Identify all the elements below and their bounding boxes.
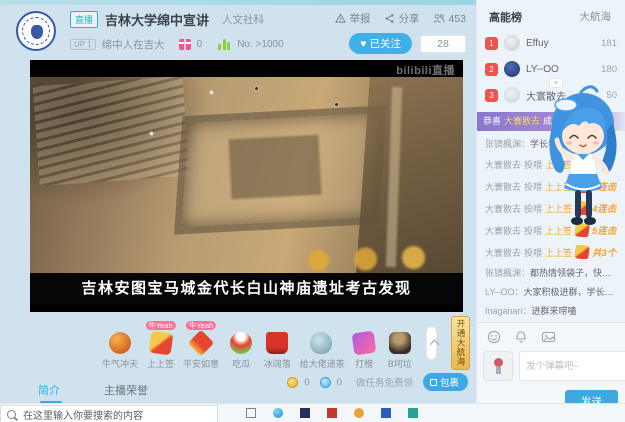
gift-cola-icon xyxy=(266,332,288,354)
live-room-page: 直播 吉林大学绵中宣讲 人文社科 UP 1 绵中人在吉大 0 No. >1000… xyxy=(0,0,625,422)
room-header: 直播 吉林大学绵中宣讲 人文社科 UP 1 绵中人在吉大 0 No. >1000… xyxy=(12,7,468,57)
task-view-icon[interactable] xyxy=(246,408,256,418)
fan-medal-selector[interactable] xyxy=(483,351,513,381)
rank-3-badge: 3 xyxy=(485,89,498,102)
app-icon[interactable] xyxy=(354,408,364,418)
package-button[interactable]: 包裹 xyxy=(423,373,468,391)
app-icon[interactable] xyxy=(408,408,418,418)
report-button[interactable]: 举报 xyxy=(335,11,370,26)
gift-item[interactable]: 冰阔落 xyxy=(264,322,291,370)
gift-tea-icon xyxy=(310,332,332,354)
live-badge: 直播 xyxy=(70,11,98,28)
gift-message: 大寰散去投喂上上签共3个 xyxy=(485,245,620,259)
gift-item[interactable]: 牛气冲天 xyxy=(102,322,138,370)
gift-bar: 牛气冲天 牛Yeah上上签 牛Yeah平安如意 吃瓜 冰阔落 给大佬递茶 打榜 … xyxy=(30,316,470,391)
share-icon xyxy=(384,13,395,24)
tab-fleet[interactable]: 大航海 xyxy=(580,9,612,25)
viewer-count: 453 xyxy=(433,13,466,25)
gift-item[interactable]: B坷垃 xyxy=(386,322,413,370)
gift-pingan-icon xyxy=(188,330,214,356)
package-icon xyxy=(430,379,437,386)
rank-row[interactable]: 1 Effuy 181 xyxy=(477,30,625,56)
gift-item[interactable]: 打榜 xyxy=(351,322,378,370)
heart-icon: ♥ xyxy=(360,38,366,50)
rank-chart-icon xyxy=(218,39,231,50)
rank-2-badge: 2 xyxy=(485,63,498,76)
gift-bkela-icon xyxy=(389,332,411,354)
gift-daban-icon xyxy=(352,331,377,356)
silver-seed-count: 0 xyxy=(337,377,342,388)
bell-icon[interactable] xyxy=(514,330,528,344)
streamer-avatar[interactable] xyxy=(16,11,56,51)
up-badge: UP 1 xyxy=(70,39,96,50)
chat-message: 张镜楓渊：都热情领袋子，快进群 xyxy=(485,267,620,280)
gold-seed-count: 0 xyxy=(304,377,309,388)
streamer-name[interactable]: 绵中人在吉大 xyxy=(102,37,165,52)
live-room-mascot[interactable] xyxy=(539,84,625,242)
gift-item[interactable]: 牛Yeah上上签 xyxy=(147,322,174,370)
avatar xyxy=(504,35,520,51)
share-button[interactable]: 分享 xyxy=(384,11,419,26)
gift-sign-icon xyxy=(148,331,173,356)
app-icon[interactable] xyxy=(300,408,310,418)
area-tag[interactable]: 人文社科 xyxy=(222,12,264,27)
niu-yeah-badge: 牛Yeah xyxy=(145,321,175,330)
chevron-up-icon[interactable] xyxy=(426,326,437,360)
avatar xyxy=(504,61,520,77)
danmaku-input-wrap: 0/20 xyxy=(519,351,625,381)
avatar xyxy=(504,87,520,103)
video-player[interactable]: bilibili直播 吉林安图宝马城金代长白山神庙遗址考古发现 xyxy=(30,60,463,312)
edge-browser-icon[interactable] xyxy=(273,408,283,418)
niu-yeah-badge: 牛Yeah xyxy=(186,321,216,330)
room-info-tabs: 简介 主播荣誉 xyxy=(38,382,148,403)
tab-intro[interactable]: 简介 xyxy=(38,382,60,403)
gift-item[interactable]: 给大佬递茶 xyxy=(300,322,342,370)
app-icon[interactable] xyxy=(381,408,391,418)
gift-item[interactable]: 牛Yeah平安如意 xyxy=(183,322,219,370)
task-link[interactable]: 做任务免费领 xyxy=(356,375,413,389)
chat-message: LY--OO：大家积极进群，学长学姐都等不及了 xyxy=(485,286,620,299)
viewers-icon xyxy=(433,13,445,24)
video-frame-excavation-site xyxy=(30,77,463,273)
gift-melon-icon xyxy=(230,332,252,354)
tab-high-energy-rank[interactable]: 高能榜 xyxy=(489,9,522,25)
gift-item[interactable]: 吃瓜 xyxy=(228,322,255,370)
video-subtitle: 吉林安图宝马城金代长白山神庙遗址考古发现 xyxy=(30,273,463,305)
open-fleet-banner[interactable]: 开通大航海 xyxy=(451,316,470,370)
emoji-icon[interactable] xyxy=(487,330,501,344)
taskbar-search-input[interactable]: 在这里输入你要搜索的内容 xyxy=(0,405,218,422)
gift-count: 0 xyxy=(197,39,203,50)
danmaku-input[interactable] xyxy=(520,361,625,372)
silver-seed-icon xyxy=(320,377,331,388)
fans-count: 28 xyxy=(420,35,466,53)
rank-1-badge: 1 xyxy=(485,37,498,50)
gold-seed-icon xyxy=(287,377,298,388)
chat-message: Inaganari：进群来唠嗑 xyxy=(485,305,620,318)
room-title: 吉林大学绵中宣讲 xyxy=(105,10,209,29)
video-gold-logo xyxy=(303,245,433,273)
room-rank[interactable]: No. >1000 xyxy=(237,39,283,50)
gift-sign-icon xyxy=(574,245,590,259)
app-icon[interactable] xyxy=(327,408,337,418)
image-icon[interactable] xyxy=(541,330,556,344)
warning-icon xyxy=(335,13,346,24)
followed-button[interactable]: ♥已关注 xyxy=(349,33,412,54)
windows-taskbar: 在这里输入你要搜索的内容 xyxy=(0,403,625,422)
tab-anchor-honor[interactable]: 主播荣誉 xyxy=(104,382,148,403)
gift-count-icon xyxy=(179,39,191,50)
gift-bull-icon xyxy=(109,332,131,354)
bilibili-live-watermark: bilibili直播 xyxy=(396,62,455,78)
